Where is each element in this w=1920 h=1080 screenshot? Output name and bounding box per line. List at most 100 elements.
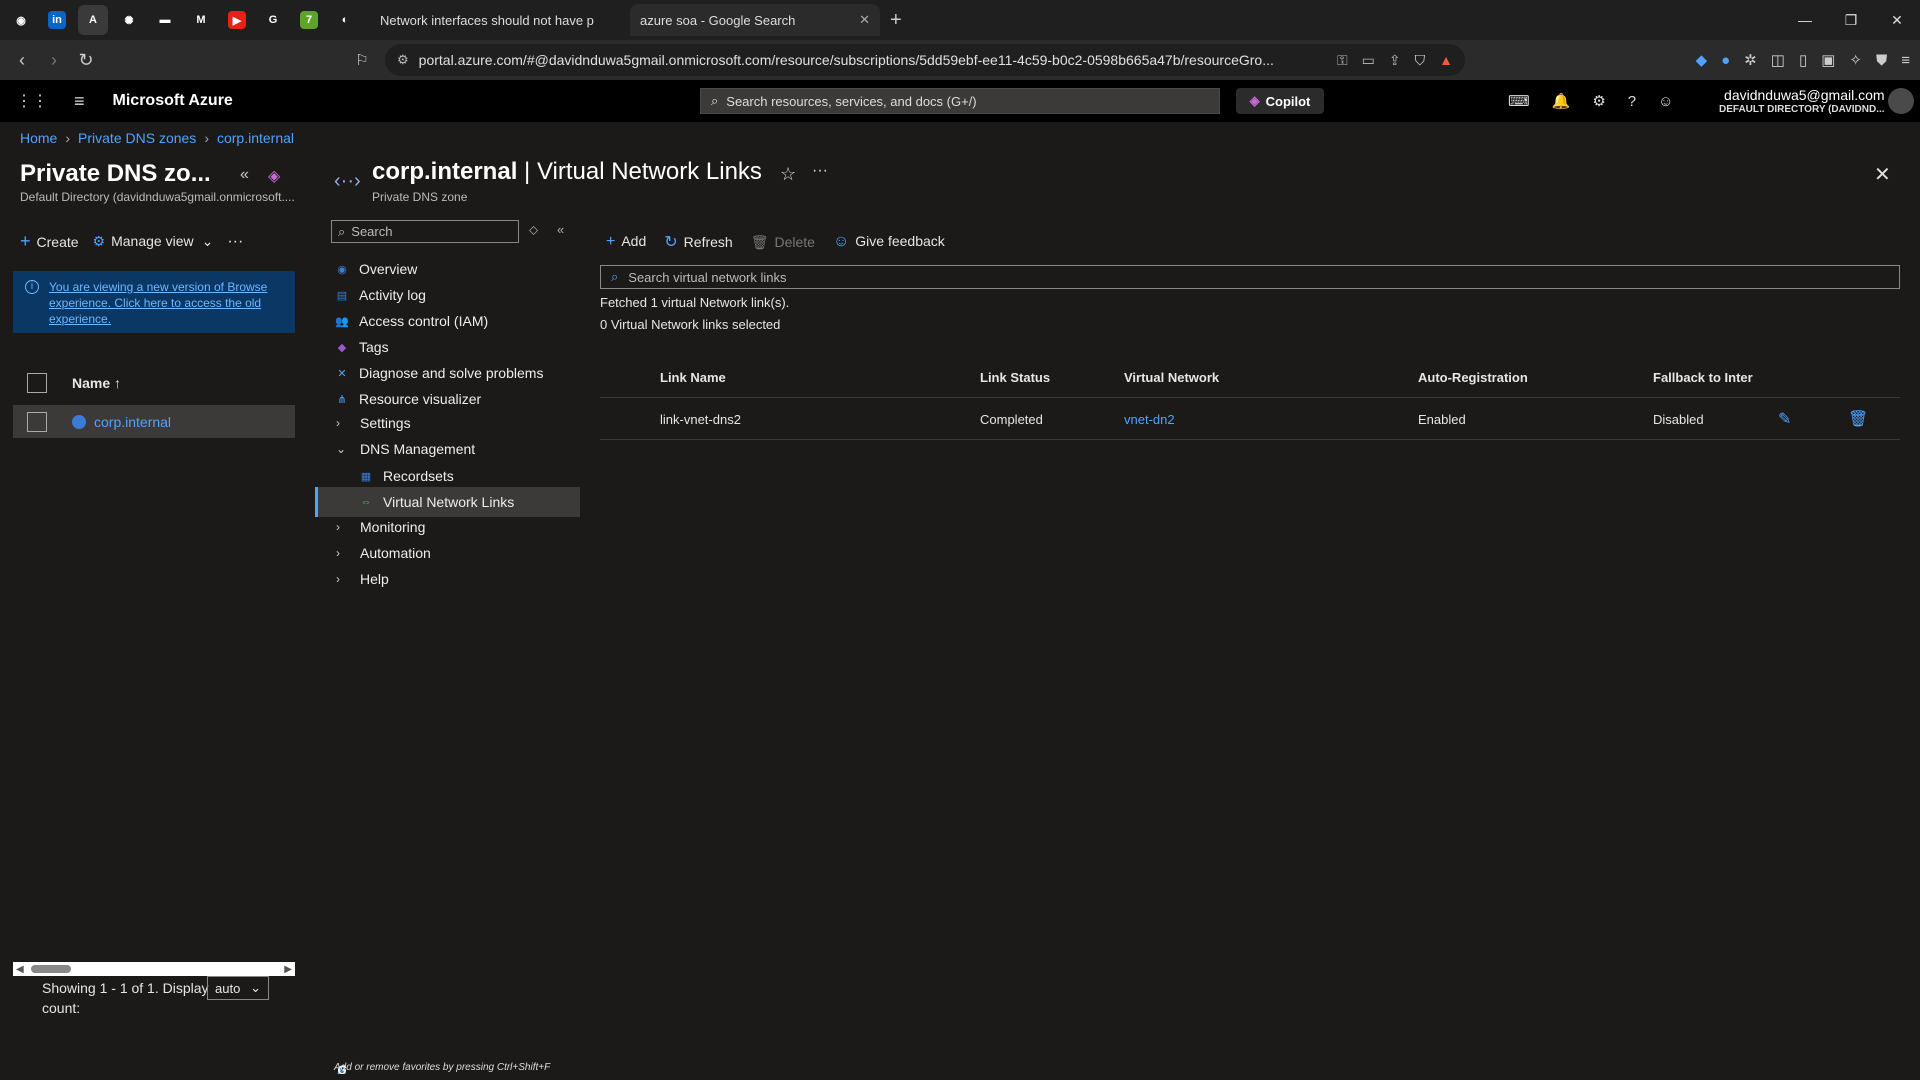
edit-pencil-icon[interactable]: ✎ <box>1778 409 1791 429</box>
app-launcher-icon[interactable]: ⋮⋮ <box>16 91 48 111</box>
leo-ai-icon[interactable]: ✧ <box>1849 51 1862 69</box>
give-feedback-button[interactable]: ☺ Give feedback <box>833 233 945 251</box>
menu-item-help[interactable]: › Help <box>315 564 580 594</box>
copilot-button[interactable]: ◈ Copilot <box>1236 88 1324 114</box>
more-options-icon[interactable]: ··· <box>227 233 243 251</box>
site-info-icon[interactable]: ⚙ <box>397 52 409 68</box>
menu-icon[interactable]: ≡ <box>1901 52 1910 69</box>
add-button[interactable]: + Add <box>606 233 646 251</box>
select-all-checkbox[interactable] <box>27 373 47 393</box>
cloud-shell-icon[interactable]: ⌨ <box>1508 92 1530 110</box>
links-search-input[interactable]: ⌕ Search virtual network links <box>600 265 1900 289</box>
menu-search-placeholder: Search <box>351 224 393 239</box>
expand-collapse-icon[interactable]: ⬦ <box>529 222 538 238</box>
extension-icon[interactable]: ● <box>1721 52 1730 69</box>
name-column-header[interactable]: Name ↑ <box>72 375 121 391</box>
tab-network-interfaces[interactable]: A Network interfaces should not have p <box>338 4 620 1078</box>
list-item[interactable]: corp.internal <box>13 405 295 438</box>
pinned-tab[interactable]: ✺ <box>114 5 144 35</box>
corp-internal-link[interactable]: corp.internal <box>94 414 171 430</box>
help-icon[interactable]: ? <box>1628 93 1636 110</box>
wallet-icon[interactable]: ▣ <box>1821 51 1835 69</box>
notifications-icon[interactable]: 🔔 <box>1552 92 1571 110</box>
pinned-tab[interactable]: A <box>78 5 108 35</box>
collapse-menu-icon[interactable]: « <box>557 222 564 237</box>
column-virtual-network[interactable]: Virtual Network <box>1124 356 1219 398</box>
account-info[interactable]: davidnduwa5@gmail.com DEFAULT DIRECTORY … <box>1719 87 1885 115</box>
extension-icon[interactable]: ◆ <box>1696 51 1708 69</box>
display-count-select[interactable]: auto ⌄ <box>207 976 269 1000</box>
feedback-label: Give feedback <box>855 233 945 249</box>
page-title: corp.internal | Virtual Network Links <box>372 158 762 186</box>
close-window-icon[interactable]: ✕ <box>1874 0 1920 40</box>
settings-icon[interactable]: ⚙ <box>1592 92 1605 110</box>
new-tab-button[interactable]: + <box>890 9 902 32</box>
pinned-tab[interactable]: G <box>258 5 288 35</box>
old-experience-link[interactable]: You are viewing a new version of Browse … <box>49 280 267 326</box>
sidebar-icon[interactable]: ▯ <box>1799 51 1807 69</box>
column-link-status[interactable]: Link Status <box>980 356 1050 398</box>
horizontal-scrollbar[interactable]: ◀ ▶ <box>13 962 295 976</box>
manage-view-button[interactable]: ⚙ Manage view ⌄ <box>93 233 214 250</box>
pinned-tab[interactable]: ◉ <box>6 5 36 35</box>
close-blade-icon[interactable]: ✕ <box>1874 162 1891 187</box>
favorite-star-icon[interactable]: ☆ <box>780 164 796 185</box>
more-options-icon[interactable]: ··· <box>812 162 828 180</box>
brave-shield-icon[interactable]: ⛉ <box>1415 52 1426 69</box>
close-tab-icon[interactable]: ✕ <box>859 12 870 28</box>
menu-item-dns-management[interactable]: ⌄ DNS Management <box>315 434 580 464</box>
back-icon[interactable]: ‹ <box>6 44 38 76</box>
share-icon[interactable]: ⇪ <box>1389 52 1401 69</box>
bookmark-icon[interactable]: ⚐ <box>346 44 378 76</box>
collapse-panel-icon[interactable]: « <box>240 166 249 184</box>
vpn-icon[interactable]: ⛊ <box>1876 52 1887 69</box>
pinned-tab[interactable]: ▬ <box>150 5 180 35</box>
medium-icon: M <box>192 11 210 29</box>
reload-icon[interactable]: ↻ <box>70 44 102 76</box>
pinned-tab[interactable]: 7 <box>294 5 324 35</box>
password-key-icon[interactable]: ⚿ <box>1337 52 1348 69</box>
feedback-icon[interactable]: ☺ <box>1658 93 1673 110</box>
global-search-input[interactable]: ⌕ Search resources, services, and docs (… <box>700 88 1220 114</box>
delete-button[interactable]: 🗑 Delete <box>751 234 815 251</box>
minimize-icon[interactable]: — <box>1782 0 1828 40</box>
row-checkbox[interactable] <box>27 411 47 432</box>
breadcrumb-home[interactable]: Home <box>20 130 57 146</box>
copilot-icon[interactable]: ◈ <box>268 166 280 186</box>
menu-item-label: Overview <box>359 261 418 277</box>
pinned-tab[interactable]: in <box>42 5 72 35</box>
virtual-network-link[interactable]: vnet-dn2 <box>1124 398 1175 440</box>
forward-icon[interactable]: › <box>38 44 70 76</box>
google-icon: G <box>264 11 282 29</box>
delete-label: Delete <box>774 233 815 250</box>
menu-search-input[interactable]: ⌕ Search <box>331 220 519 243</box>
avatar[interactable] <box>1888 88 1914 114</box>
scroll-right-icon[interactable]: ▶ <box>284 964 292 975</box>
pinned-tab[interactable]: ▶ <box>222 5 252 35</box>
hamburger-menu-icon[interactable]: ≡ <box>74 91 85 112</box>
scrollbar-thumb[interactable] <box>31 965 71 973</box>
menu-item-label: Settings <box>360 415 411 431</box>
portal-brand[interactable]: Microsoft Azure <box>113 92 233 110</box>
scroll-left-icon[interactable]: ◀ <box>16 964 24 975</box>
breadcrumb-private-dns-zones[interactable]: Private DNS zones <box>78 130 196 146</box>
brave-rewards-icon[interactable]: ▲ <box>1439 52 1453 69</box>
vnet-links-table: Link Name Link Status Virtual Network Au… <box>600 356 1900 440</box>
cast-icon[interactable]: ▭ <box>1362 52 1375 69</box>
refresh-button[interactable]: ↻ Refresh <box>664 232 732 252</box>
tab-google-search[interactable]: G azure soa - Google Search ✕ <box>337 4 880 1077</box>
create-button[interactable]: + Create <box>20 231 79 252</box>
auto-registration-cell: Enabled <box>1418 411 1466 427</box>
breadcrumb-corp-internal[interactable]: corp.internal <box>217 130 294 146</box>
screenshot-icon[interactable]: ◫ <box>1771 51 1785 69</box>
column-auto-registration[interactable]: Auto-Registration <box>1418 356 1528 398</box>
delete-trash-icon[interactable]: 🗑 <box>1848 409 1868 429</box>
column-link-name[interactable]: Link Name <box>660 356 726 398</box>
page-name: Virtual Network Links <box>536 158 762 185</box>
address-bar[interactable]: ⚙ portal.azure.com/#@davidnduwa5gmail.on… <box>385 44 1465 76</box>
column-fallback[interactable]: Fallback to Interr <box>1653 356 1753 398</box>
restore-icon[interactable]: ❐ <box>1828 0 1874 40</box>
pinned-tab[interactable]: M <box>186 5 216 35</box>
pinned-tab[interactable]: ◐ <box>330 5 360 35</box>
puzzle-icon[interactable]: ✲ <box>1744 51 1757 69</box>
